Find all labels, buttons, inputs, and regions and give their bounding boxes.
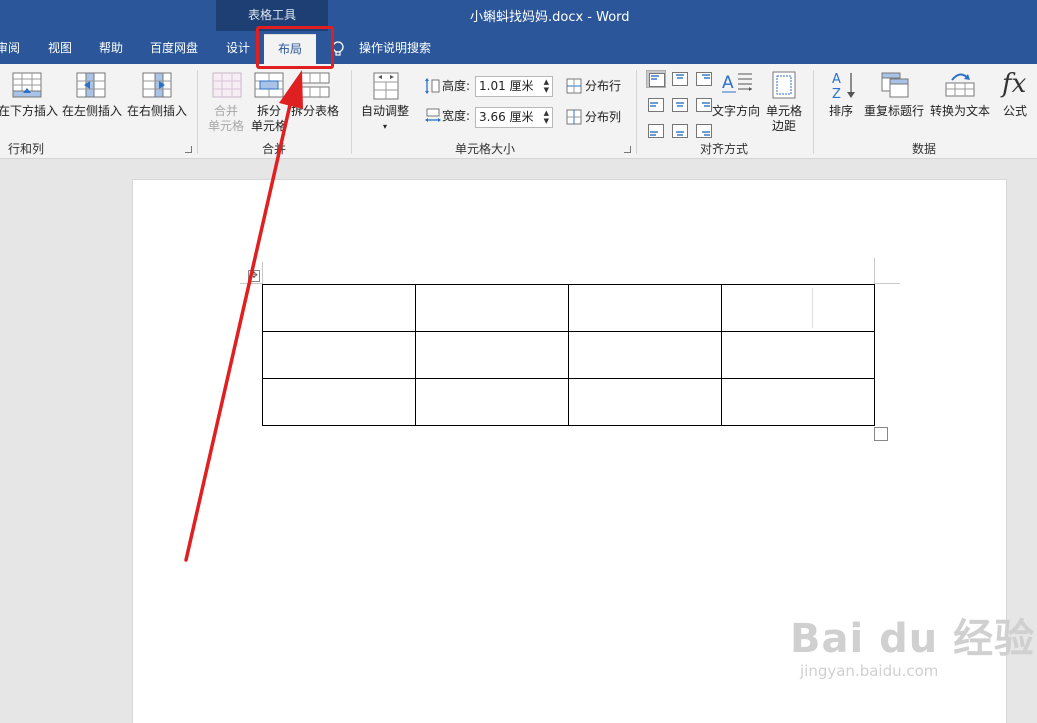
watermark-url: jingyan.baidu.com xyxy=(800,662,939,680)
baidu-watermark: Bai du 经验 jingyan.baidu.com xyxy=(790,606,1035,680)
watermark-logo-text: Bai du 经验 xyxy=(790,616,1036,662)
